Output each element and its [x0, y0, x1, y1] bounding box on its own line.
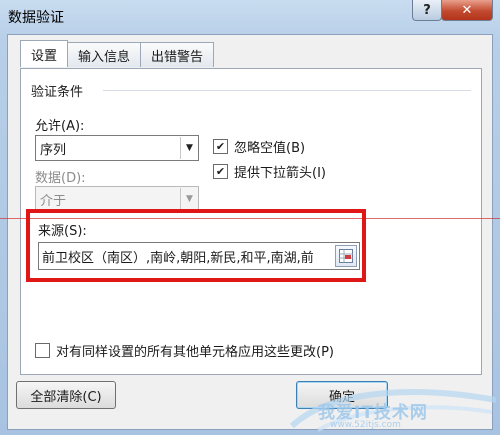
- watermark-url: www.52itjs.com: [330, 420, 401, 430]
- ignore-blank-label: 忽略空值(B): [234, 141, 306, 156]
- apply-all-checkbox[interactable]: 对有同样设置的所有其他单元格应用这些更改(P): [35, 341, 334, 360]
- chevron-down-icon: ▼: [180, 188, 198, 210]
- apply-all-check-icon[interactable]: [35, 343, 50, 358]
- validation-criteria-heading: 验证条件: [31, 85, 84, 100]
- close-button[interactable]: ✕: [441, 0, 493, 21]
- help-button[interactable]: ?: [412, 0, 442, 21]
- dropdown-arrow-check-icon[interactable]: ✔: [213, 164, 228, 179]
- tab-input-message[interactable]: 输入信息: [67, 42, 142, 67]
- tab-settings[interactable]: 设置: [20, 40, 69, 67]
- dropdown-arrow-label: 提供下拉箭头(I): [234, 166, 326, 181]
- allow-selected-value: 序列: [40, 142, 67, 158]
- allow-label: 允许(A):: [35, 119, 85, 134]
- chevron-down-icon[interactable]: ▼: [180, 137, 198, 159]
- title-bar: 数据验证 ? ✕: [0, 0, 500, 34]
- tab-strip: 设置 输入信息 出错警告: [20, 40, 215, 68]
- data-label: 数据(D):: [35, 171, 86, 186]
- ignore-blank-checkbox[interactable]: ✔ 忽略空值(B): [213, 137, 305, 156]
- ignore-blank-check-icon[interactable]: ✔: [213, 139, 228, 154]
- dialog-window: 数据验证 ? ✕ 设置 输入信息 出错警告 验证条件 允许(A): 序列 ▼ ✔…: [0, 0, 500, 435]
- allow-select[interactable]: 序列 ▼: [35, 135, 199, 161]
- source-highlight-box: [26, 209, 366, 282]
- group-divider: [103, 90, 471, 91]
- clear-all-button[interactable]: 全部清除(C): [16, 381, 116, 409]
- dialog-title: 数据验证: [8, 10, 64, 26]
- data-selected-value: 介于: [40, 193, 67, 209]
- dropdown-arrow-checkbox[interactable]: ✔ 提供下拉箭头(I): [213, 162, 326, 181]
- apply-all-label: 对有同样设置的所有其他单元格应用这些更改(P): [56, 345, 334, 360]
- tab-error-alert[interactable]: 出错警告: [140, 42, 215, 67]
